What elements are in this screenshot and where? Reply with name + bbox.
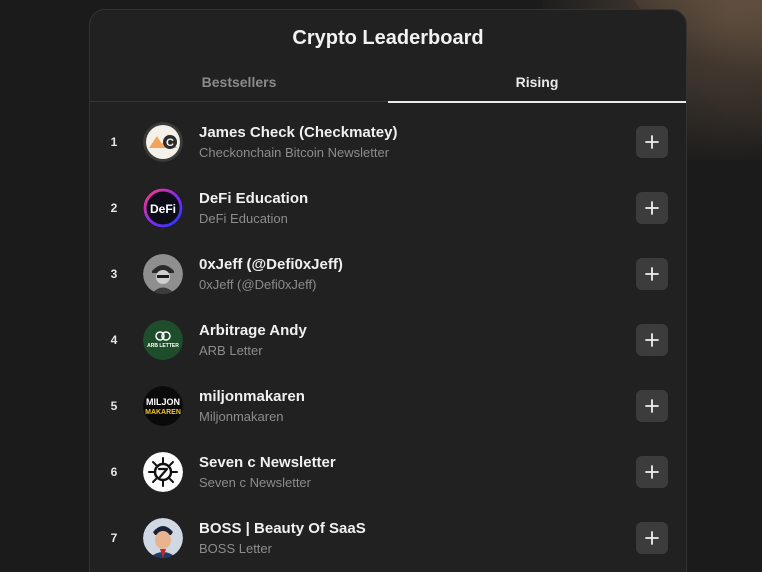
- page-title: Crypto Leaderboard: [292, 27, 484, 49]
- add-button[interactable]: [636, 126, 668, 158]
- plus-icon: [645, 267, 659, 281]
- publication-name: BOSS | Beauty Of SaaS: [199, 520, 366, 537]
- avatar: [143, 254, 183, 294]
- list-item[interactable]: 3 0xJeff (@Defi0xJeff) 0xJeff (@Defi0xJe…: [90, 241, 686, 307]
- publication-subtitle: DeFi Education: [199, 211, 288, 226]
- publication-subtitle: Miljonmakaren: [199, 409, 284, 424]
- add-button[interactable]: [636, 324, 668, 356]
- add-button[interactable]: [636, 192, 668, 224]
- avatar: DeFi: [143, 188, 183, 228]
- publication-name: 0xJeff (@Defi0xJeff): [199, 256, 343, 273]
- tab-bar: Bestsellers Rising: [90, 70, 686, 103]
- list-item[interactable]: 6 Seven c Newsletter Seven c Newsletter: [90, 439, 686, 505]
- list-item[interactable]: 5 MILJON MAKAREN miljonmakaren Miljonmak…: [90, 373, 686, 439]
- add-button[interactable]: [636, 456, 668, 488]
- plus-icon: [645, 201, 659, 215]
- add-button[interactable]: [636, 258, 668, 290]
- plus-icon: [645, 135, 659, 149]
- tab-rising[interactable]: Rising: [388, 70, 686, 103]
- svg-text:MAKAREN: MAKAREN: [145, 409, 181, 416]
- avatar: ARB LETTER: [143, 320, 183, 360]
- list-item[interactable]: 1 C James Check (Checkmatey) Checkonchai…: [90, 109, 686, 175]
- publication-subtitle: ARB Letter: [199, 343, 263, 358]
- rank-number: 7: [110, 531, 118, 545]
- avatar: MILJON MAKAREN: [143, 386, 183, 426]
- publication-name: Seven c Newsletter: [199, 454, 336, 471]
- publication-name: DeFi Education: [199, 190, 309, 207]
- rank-number: 6: [110, 465, 118, 479]
- list-item[interactable]: 2 DeFi DeFi Education DeFi Education: [90, 175, 686, 241]
- plus-icon: [645, 531, 659, 545]
- list-item[interactable]: 7 BOSS | Beauty Of SaaS BOSS Letter: [90, 505, 686, 571]
- publication-name: miljonmakaren: [199, 388, 305, 405]
- add-button[interactable]: [636, 390, 668, 422]
- publication-name: James Check (Checkmatey): [199, 124, 398, 141]
- plus-icon: [645, 333, 659, 347]
- add-button[interactable]: [636, 522, 668, 554]
- list-item[interactable]: 4 ARB LETTER Arbitrage Andy ARB Letter: [90, 307, 686, 373]
- avatar: C: [143, 122, 183, 162]
- svg-text:DeFi: DeFi: [150, 202, 176, 216]
- publication-subtitle: Seven c Newsletter: [199, 475, 311, 490]
- tab-bestsellers[interactable]: Bestsellers: [90, 70, 388, 101]
- leaderboard-panel: Crypto Leaderboard Bestsellers Rising 1 …: [89, 9, 687, 572]
- plus-icon: [645, 399, 659, 413]
- rank-number: 4: [110, 333, 118, 347]
- leaderboard-list: 1 C James Check (Checkmatey) Checkonchai…: [90, 109, 686, 571]
- publication-subtitle: 0xJeff (@Defi0xJeff): [199, 277, 317, 292]
- publication-name: Arbitrage Andy: [199, 322, 307, 339]
- rank-number: 5: [110, 399, 118, 413]
- svg-text:MILJON: MILJON: [146, 397, 180, 407]
- publication-subtitle: BOSS Letter: [199, 541, 272, 556]
- svg-text:C: C: [166, 137, 174, 149]
- publication-subtitle: Checkonchain Bitcoin Newsletter: [199, 145, 390, 160]
- svg-text:ARB LETTER: ARB LETTER: [147, 343, 179, 349]
- avatar: [143, 452, 183, 492]
- rank-number: 3: [110, 267, 118, 281]
- rank-number: 1: [110, 135, 118, 149]
- rank-number: 2: [110, 201, 118, 215]
- plus-icon: [645, 465, 659, 479]
- avatar: [143, 518, 183, 558]
